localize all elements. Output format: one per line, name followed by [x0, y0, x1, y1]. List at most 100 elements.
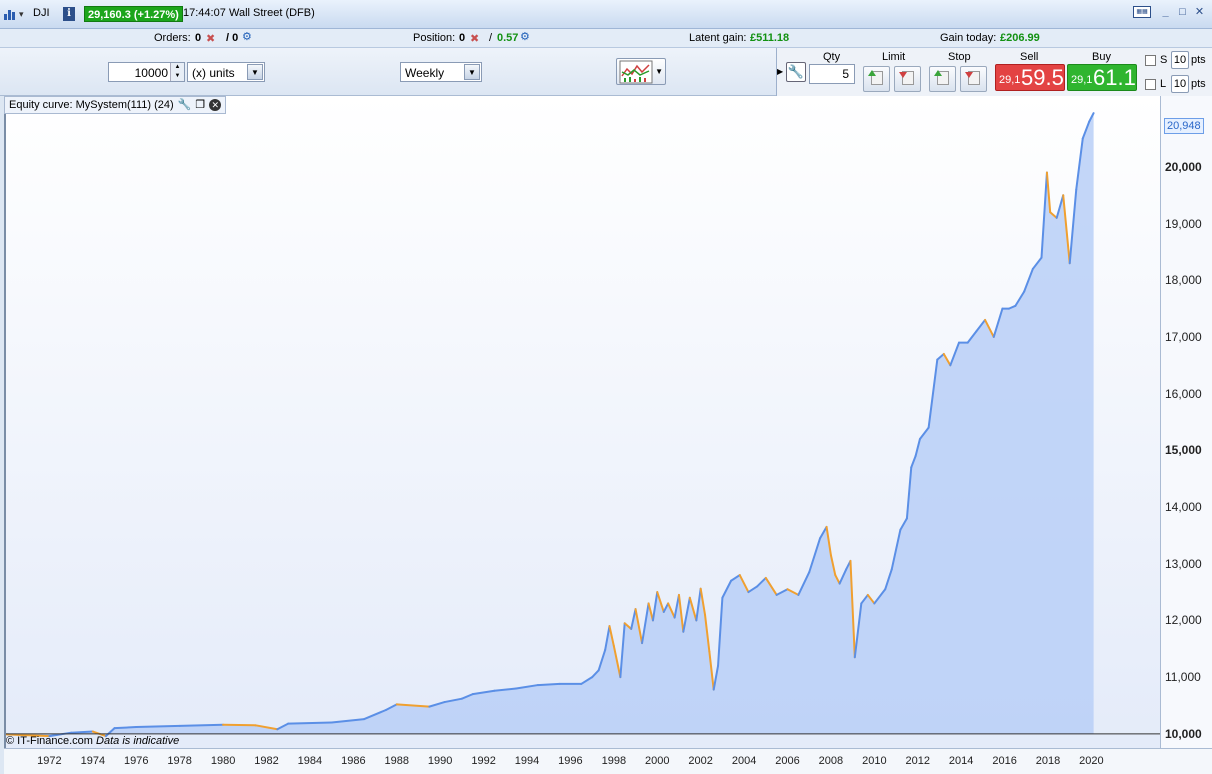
x-tick-label: 1984	[297, 755, 323, 767]
position-separator: /	[489, 32, 493, 44]
info-icon[interactable]: i	[63, 7, 75, 21]
symbol-label[interactable]: DJI	[33, 7, 50, 19]
y-tick-label: 20,000	[1165, 159, 1202, 174]
close-position-icon[interactable]: ✖	[470, 32, 479, 45]
chevron-down-icon[interactable]: ▾	[19, 9, 24, 20]
y-tick-label: 12,000	[1165, 613, 1202, 628]
price-axis[interactable]: 20,948 10,000 11,000 12,000 13,000 14,000 15,…	[1160, 96, 1212, 748]
y-tick-label: 19,000	[1165, 216, 1202, 231]
position-value: 0	[459, 32, 466, 44]
limit-label-short: L	[1160, 78, 1167, 90]
collapse-arrow-icon[interactable]: ▶	[777, 67, 783, 76]
x-tick-label: 1974	[80, 755, 106, 767]
x-tick-label: 1972	[37, 755, 62, 767]
period-select[interactable]: Weekly ▼	[400, 62, 482, 82]
x-tick-label: 2018	[1035, 755, 1061, 767]
x-tick-label: 1998	[601, 755, 627, 767]
stop-label: Stop	[948, 51, 971, 63]
x-tick-label: 1992	[471, 755, 496, 767]
cancel-orders-icon[interactable]: ✖	[206, 32, 215, 45]
sell-label: Sell	[1020, 51, 1039, 63]
limit-sell-button[interactable]	[894, 66, 921, 92]
x-tick-label: 2020	[1079, 755, 1104, 767]
indicators-chart-icon	[619, 60, 653, 84]
sell-button[interactable]: 29,1 59.5	[995, 64, 1065, 91]
position-pnl: 0.57	[497, 32, 519, 44]
stop-buy-button[interactable]	[929, 66, 956, 92]
maximize-button[interactable]: □	[1176, 6, 1189, 19]
sell-price-prefix: 29,1	[999, 74, 1021, 86]
x-tick-label: 2014	[948, 755, 974, 767]
units-selected-value: (x) units	[192, 66, 235, 80]
orders-count: 0	[195, 32, 202, 44]
x-tick-label: 2004	[731, 755, 757, 767]
y-tick-label: 14,000	[1165, 500, 1202, 515]
equity-curve-title-bar: Equity curve: MySystem(111) (24) 🔧 ❐ ✕	[4, 96, 227, 114]
position-settings-gear-icon[interactable]: ⚙	[520, 30, 530, 43]
instrument-chart-icon[interactable]	[3, 7, 17, 21]
buy-label: Buy	[1092, 51, 1111, 63]
y-tick-label: 16,000	[1165, 386, 1202, 401]
time-axis[interactable]: 1972 1974 1976 1978 1980 1982 1984 1986 1988 1990…	[4, 748, 1212, 774]
equity-segment-up	[287, 721, 333, 725]
gain-today-value: £206.99	[1000, 32, 1040, 44]
y-tick-label: 18,000	[1165, 273, 1202, 288]
position-label: Position:	[413, 32, 456, 44]
stop-loss-points-input[interactable]: 10	[1171, 51, 1189, 69]
orders-settings-gear-icon[interactable]: ⚙	[242, 30, 252, 43]
x-tick-label: 2008	[818, 755, 844, 767]
limit-checkbox[interactable]	[1145, 79, 1156, 90]
indicative-note: Data is indicative	[96, 735, 180, 747]
order-panel: ▶ 🔧 Qty 5 Limit Stop Sell 29,1 59.5 Buy …	[776, 48, 1212, 96]
buy-price-prefix: 29,1	[1071, 74, 1093, 86]
quote-time: 17:44:07	[183, 7, 226, 19]
equity-segment-up	[70, 730, 94, 734]
equity-area-fill	[6, 113, 1094, 737]
x-tick-label: 1982	[254, 755, 279, 767]
orders-total: / 0	[226, 32, 239, 44]
stop-loss-checkbox[interactable]	[1145, 55, 1156, 66]
close-icon[interactable]: ✕	[209, 99, 222, 111]
x-tick-label: 2010	[862, 755, 887, 767]
minimize-button[interactable]: _	[1159, 6, 1172, 19]
qty-input[interactable]: 5	[809, 64, 855, 84]
equity-curve-chart[interactable]	[4, 96, 1160, 748]
y-tick-label: 17,000	[1165, 329, 1202, 344]
y-tick-label: 11,000	[1165, 670, 1201, 685]
keyboard-icon[interactable]: ▦▦	[1133, 6, 1151, 18]
wrench-icon[interactable]: 🔧	[178, 97, 192, 113]
x-tick-label: 1996	[558, 755, 583, 767]
detach-window-icon[interactable]: ❐	[195, 97, 205, 113]
spinner-arrows-icon[interactable]: ▲ ▼	[170, 63, 184, 81]
limit-pts-label: pts	[1191, 78, 1206, 90]
equity-segment-drawdown	[222, 723, 257, 727]
equity-segment-up	[113, 726, 138, 730]
buy-button[interactable]: 29,1 61.1	[1067, 64, 1137, 91]
latent-gain-value: £511.18	[750, 32, 790, 44]
size-spinner[interactable]: 10000 ▲ ▼	[108, 62, 185, 82]
sell-price-main: 59.5	[1021, 65, 1064, 90]
equity-curve-plot	[6, 112, 1160, 738]
x-tick-label: 2012	[905, 755, 931, 767]
chevron-down-icon[interactable]: ▼	[464, 64, 480, 80]
last-value-badge: 20,948	[1164, 118, 1204, 134]
stop-sell-button[interactable]	[960, 66, 987, 92]
orders-label: Orders:	[154, 32, 191, 44]
limit-points-input[interactable]: 10	[1171, 75, 1189, 93]
chevron-down-icon[interactable]: ▼	[655, 67, 663, 76]
qty-label: Qty	[823, 51, 841, 63]
x-tick-label: 2000	[645, 755, 670, 767]
indicators-button[interactable]: ▼	[616, 58, 666, 85]
units-select[interactable]: (x) units ▼	[187, 62, 265, 82]
stop-loss-label: S	[1160, 54, 1168, 66]
close-button[interactable]: ✕	[1193, 6, 1206, 19]
gain-today-label: Gain today:	[940, 32, 997, 44]
chevron-down-icon[interactable]: ▼	[247, 64, 263, 80]
period-selected-value: Weekly	[405, 66, 445, 80]
y-tick-label: 15,000	[1165, 443, 1202, 458]
limit-buy-button[interactable]	[863, 66, 890, 92]
x-tick-label: 1976	[124, 755, 149, 767]
wrench-icon[interactable]: 🔧	[786, 62, 806, 82]
x-tick-label: 1986	[341, 755, 366, 767]
account-status-bar: Orders: 0 ✖ / 0 ⚙ Position: 0 ✖ / 0.57 ⚙…	[0, 29, 1212, 48]
